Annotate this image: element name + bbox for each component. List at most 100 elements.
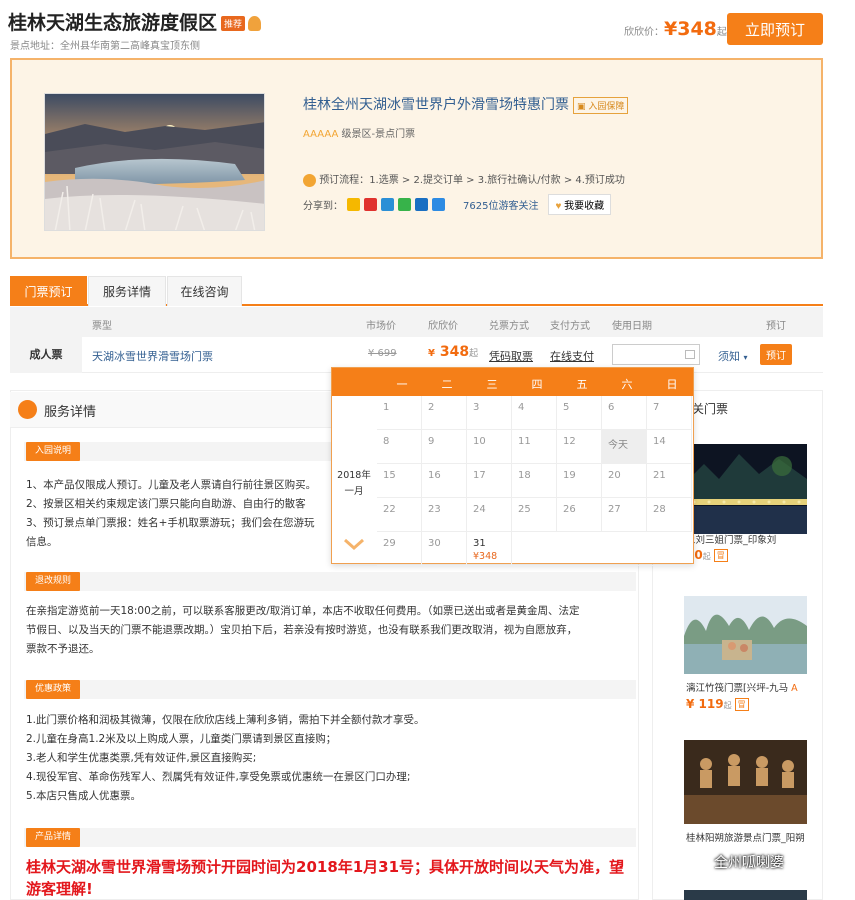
calendar-day[interactable]: 9 bbox=[422, 430, 467, 464]
wechat-icon[interactable] bbox=[398, 198, 411, 211]
calendar-day[interactable]: 17 bbox=[467, 464, 512, 498]
related-ticket-name-text[interactable]: 漓江竹筏门票[兴坪-九马 bbox=[686, 683, 788, 694]
calendar-day[interactable]: 20 bbox=[602, 464, 647, 498]
calendar-day[interactable]: 7 bbox=[647, 396, 692, 430]
section-badge-refund: 退改规则 bbox=[26, 572, 81, 591]
book-now-button[interactable]: 立即预订 bbox=[727, 13, 823, 45]
calendar-day-number: 12 bbox=[563, 436, 576, 447]
weekday: 五 bbox=[576, 378, 588, 391]
calendar-day[interactable]: 今天 bbox=[602, 430, 647, 464]
col-ticket-type: 票型 bbox=[92, 321, 112, 332]
calendar-day[interactable]: 14 bbox=[647, 430, 692, 464]
calendar-day[interactable]: 1 bbox=[377, 396, 422, 430]
related-ticket-name[interactable]: 漓江竹筏门票[兴坪-九马 A bbox=[686, 680, 798, 694]
calendar-day[interactable]: 21 bbox=[647, 464, 692, 498]
calendar-day[interactable]: 29 bbox=[377, 532, 422, 566]
notice-link[interactable]: 须知 ▾ bbox=[718, 348, 748, 364]
use-date-input[interactable] bbox=[612, 344, 700, 365]
related-ticket-image[interactable] bbox=[684, 596, 807, 674]
related-ticket-image[interactable] bbox=[684, 890, 807, 900]
tab-service-details[interactable]: 服务详情 bbox=[88, 276, 166, 306]
more-share-icon[interactable] bbox=[432, 198, 445, 211]
calendar-day-number: 11 bbox=[518, 436, 531, 447]
calendar-day-number: 1 bbox=[383, 402, 390, 413]
calendar-day-number: 20 bbox=[608, 470, 621, 481]
calendar-day-number: 24 bbox=[473, 504, 486, 515]
guarantee-text: 入园保障 bbox=[588, 101, 625, 112]
related-ticket-price: ¥ 119起冒 bbox=[686, 697, 749, 711]
share-bar: 分享到： 7625位游客关注 ♥ 我要收藏 bbox=[303, 194, 612, 215]
section-badge-entry: 入园说明 bbox=[26, 442, 81, 461]
related-ticket-image[interactable] bbox=[684, 740, 807, 824]
calendar-day-price: ¥348 bbox=[473, 551, 498, 562]
calendar-day[interactable]: 12 bbox=[557, 430, 602, 464]
calendar-day[interactable]: 16 bbox=[422, 464, 467, 498]
related-tickets-title: 关门票 bbox=[692, 402, 729, 416]
calendar-day[interactable]: 18 bbox=[512, 464, 557, 498]
notice-text[interactable]: 须知 bbox=[718, 350, 740, 363]
calendar-day[interactable]: 15 bbox=[377, 464, 422, 498]
calendar-day[interactable]: 25 bbox=[512, 498, 557, 532]
tencent-weibo-icon[interactable] bbox=[381, 198, 394, 211]
calendar-day-number: 31 bbox=[473, 538, 486, 549]
related-ticket-name[interactable]: 桂林阳朔旅游景点门票_阳朔 bbox=[686, 830, 805, 844]
tab-ticket-booking[interactable]: 门票预订 bbox=[10, 276, 87, 306]
calendar-day[interactable]: 28 bbox=[647, 498, 692, 532]
calendar-day-number: 28 bbox=[653, 504, 666, 515]
calendar-day[interactable]: 4 bbox=[512, 396, 557, 430]
chevron-down-icon: ▾ bbox=[743, 353, 748, 362]
calendar-day-number: 22 bbox=[383, 504, 396, 515]
page-title-text: 桂林天湖生态旅游度假区 bbox=[8, 12, 218, 34]
header-price: 欣欣价：¥348起 bbox=[624, 18, 727, 40]
calendar-day[interactable]: 11 bbox=[512, 430, 557, 464]
calendar-day-number: 25 bbox=[518, 504, 531, 515]
calendar-day[interactable]: 22 bbox=[377, 498, 422, 532]
calendar-day[interactable]: 27 bbox=[602, 498, 647, 532]
calendar-day[interactable]: 23 bbox=[422, 498, 467, 532]
calendar-day-number: 7 bbox=[653, 402, 660, 413]
calendar-day[interactable]: 24 bbox=[467, 498, 512, 532]
share-label: 分享到： bbox=[303, 201, 343, 212]
product-name[interactable]: 桂林全州天湖冰雪世界户外滑雪场特惠门票 ▣ 入园保障 bbox=[303, 94, 629, 114]
followers-count: 7625位游客关注 bbox=[463, 201, 539, 212]
qzone-icon[interactable] bbox=[347, 198, 360, 211]
calendar-day[interactable]: 19 bbox=[557, 464, 602, 498]
calendar-day-number: 27 bbox=[608, 504, 621, 515]
calendar-day[interactable]: 2 bbox=[422, 396, 467, 430]
calendar-day-number: 17 bbox=[473, 470, 486, 481]
payment-method[interactable]: 在线支付 bbox=[550, 348, 594, 364]
calendar-day[interactable]: 30 bbox=[422, 532, 467, 566]
redeem-method[interactable]: 凭码取票 bbox=[489, 348, 533, 364]
price-value: 348 bbox=[677, 18, 717, 40]
related-price-value: 119 bbox=[698, 697, 724, 711]
heart-icon: ♥ bbox=[555, 201, 562, 212]
calendar-day[interactable]: 5 bbox=[557, 396, 602, 430]
favorite-button[interactable]: ♥ 我要收藏 bbox=[548, 194, 612, 215]
calendar-day-number: 今天 bbox=[608, 440, 628, 451]
favorite-label: 我要收藏 bbox=[564, 201, 605, 212]
refund-line: 节假日、以及当天的门票不能退票改期。）宝贝拍下后，若亲没有按时游览，也没有联系我… bbox=[26, 624, 578, 636]
calendar-day[interactable]: 6 bbox=[602, 396, 647, 430]
section-divider bbox=[24, 680, 636, 699]
related-ticket-name[interactable]: 象刘三姐门票_印象刘 bbox=[686, 532, 776, 546]
product-photo bbox=[44, 93, 265, 231]
calendar-day[interactable]: 8 bbox=[377, 430, 422, 464]
chevron-down-icon[interactable] bbox=[344, 538, 364, 552]
calendar-day[interactable]: 26 bbox=[557, 498, 602, 532]
calendar-day[interactable]: 31 ¥348 bbox=[467, 532, 512, 566]
renren-icon[interactable] bbox=[415, 198, 428, 211]
ticket-book-button[interactable]: 预订 bbox=[760, 344, 792, 365]
section-badge-discount: 优惠政策 bbox=[26, 680, 81, 699]
calendar-day[interactable]: 3 bbox=[467, 396, 512, 430]
col-book: 预订 bbox=[766, 321, 786, 332]
product-name-text[interactable]: 桂林全州天湖冰雪世界户外滑雪场特惠门票 bbox=[303, 97, 569, 113]
calendar-day-number: 10 bbox=[473, 436, 486, 447]
tab-online-consult[interactable]: 在线咨询 bbox=[167, 276, 242, 306]
weibo-icon[interactable] bbox=[364, 198, 377, 211]
guarantee-badge: ▣ 入园保障 bbox=[573, 96, 629, 114]
ticket-name-link[interactable]: 天湖冰雪世界滑雪场门票 bbox=[92, 348, 213, 364]
related-ticket-image[interactable] bbox=[684, 444, 807, 534]
section-divider bbox=[24, 572, 636, 591]
calendar-day[interactable]: 10 bbox=[467, 430, 512, 464]
calendar-day-number: 14 bbox=[653, 436, 666, 447]
